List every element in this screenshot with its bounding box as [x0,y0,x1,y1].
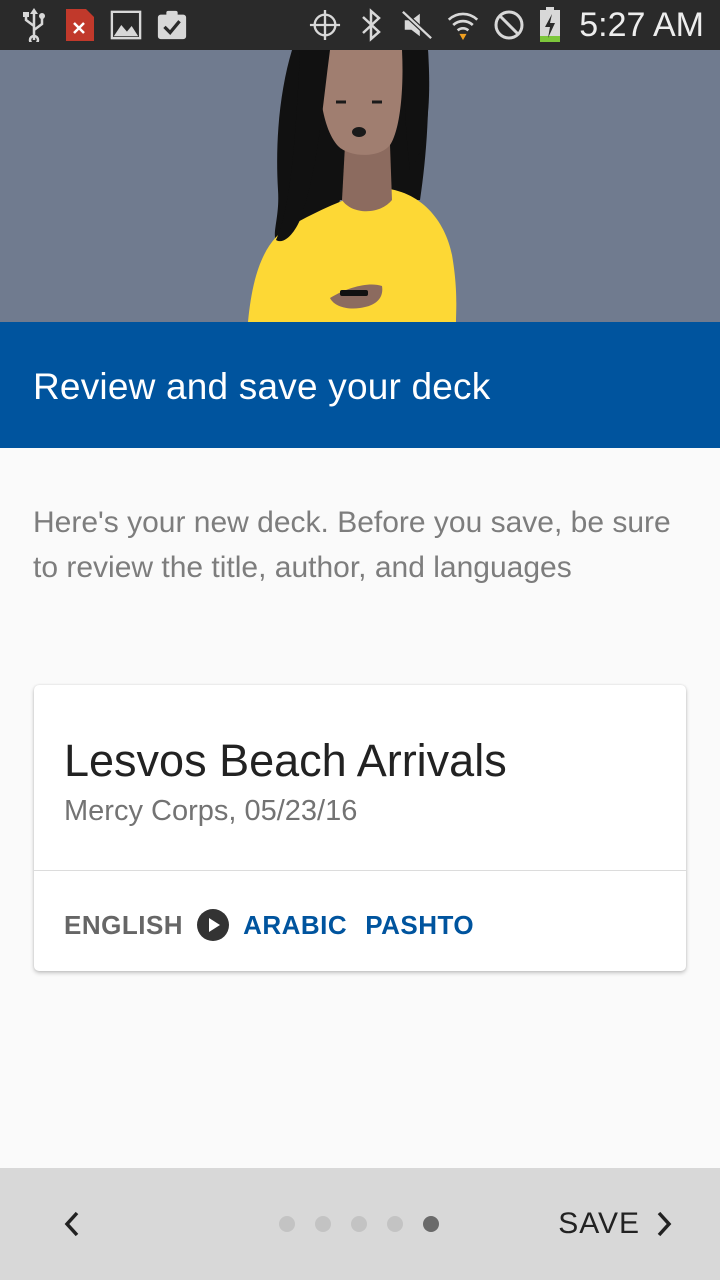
page-indicator [279,1216,439,1232]
page-dot [315,1216,331,1232]
notification-icons [18,6,188,44]
intro-text: Here's your new deck. Before you save, b… [33,506,671,584]
deck-author-date: Mercy Corps, 05/23/16 [64,795,358,827]
page-dot-active [423,1216,439,1232]
status-bar: 5:27 AM [0,0,720,50]
clock: 5:27 AM [579,5,704,44]
wifi-icon [447,9,479,41]
do-not-disturb-icon [493,9,525,41]
back-button[interactable] [44,1196,100,1252]
file-error-icon [64,9,96,41]
battery-charging-icon [539,7,561,42]
woman-with-phone-illustration [248,50,457,322]
chevron-left-icon [64,1211,79,1237]
image-icon [110,9,142,41]
hero-illustration [0,50,720,322]
source-language: ENGLISH [64,909,184,940]
deck-title: Lesvos Beach Arrivals [64,735,507,786]
target-language[interactable]: ARABIC [243,910,347,941]
deck-card[interactable]: Lesvos Beach Arrivals Mercy Corps, 05/23… [34,685,686,971]
clipboard-check-icon [156,9,188,41]
page-dot [387,1216,403,1232]
bluetooth-icon [355,8,387,42]
mute-icon [401,9,433,41]
page-dot [351,1216,367,1232]
play-arrow-icon [197,909,230,941]
system-icons: 5:27 AM [309,6,704,44]
header-band: Review and save your deck [0,322,720,448]
save-label: SAVE [558,1207,640,1240]
usb-icon [18,8,50,42]
deck-card-header: Lesvos Beach Arrivals Mercy Corps, 05/23… [34,685,686,871]
crosshair-icon [309,9,341,41]
page-dot [279,1216,295,1232]
target-language[interactable]: PASHTO [365,910,474,941]
page-title: Review and save your deck [33,366,491,407]
save-button[interactable]: SAVE [558,1198,674,1250]
language-row: ENGLISH ARABIC PASHTO [64,907,492,943]
chevron-right-icon [657,1211,672,1237]
bottom-nav-bar: SAVE [0,1168,720,1280]
